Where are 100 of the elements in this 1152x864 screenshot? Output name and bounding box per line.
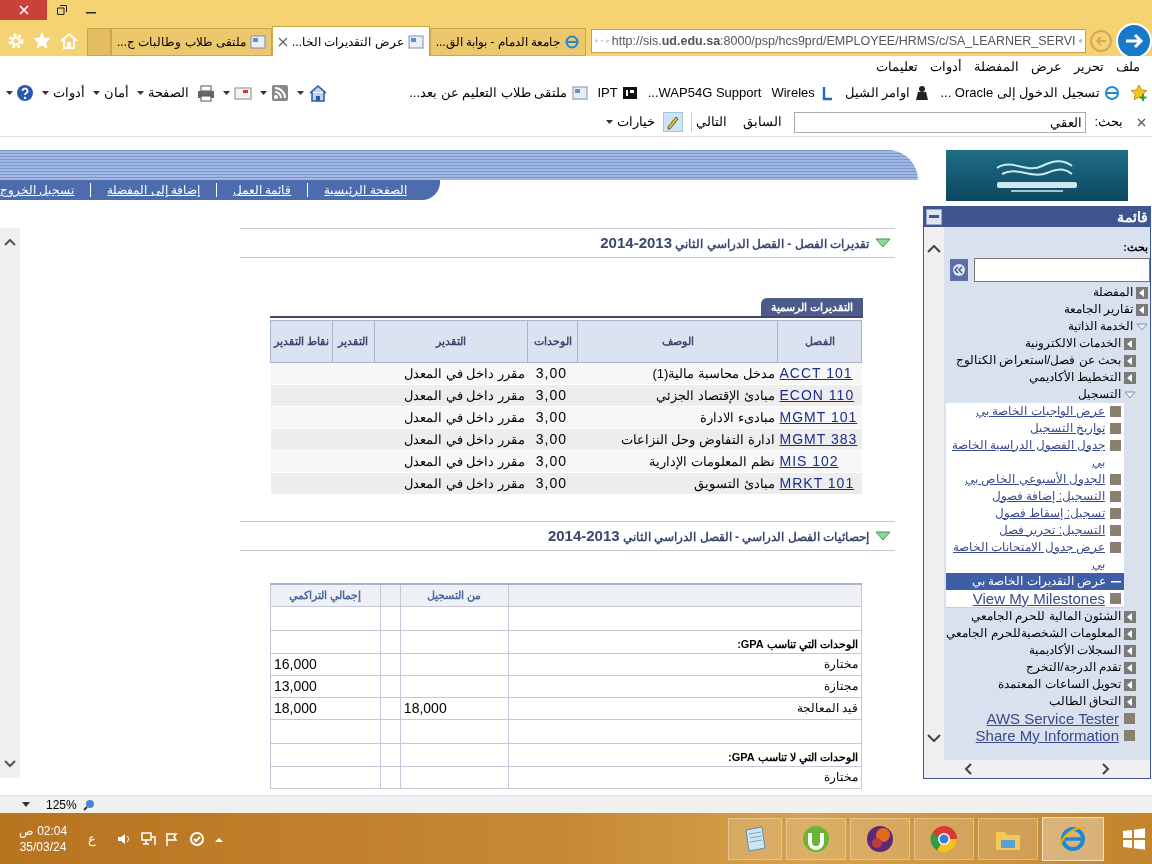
menu-item[interactable]: أدوات [924, 57, 968, 77]
course-link[interactable]: MGMT 101 [779, 409, 858, 425]
expanded-arrow-icon[interactable] [1124, 388, 1136, 401]
zoom-icon[interactable] [82, 798, 95, 811]
close-icon[interactable] [1137, 117, 1146, 127]
zoom-level[interactable]: 125% [46, 795, 77, 814]
favorite-icon [914, 85, 931, 101]
course-link[interactable]: MGMT 383 [779, 431, 858, 447]
help-button[interactable] [6, 84, 34, 102]
taskbar-button[interactable] [914, 817, 974, 860]
taskbar-button[interactable] [850, 817, 910, 860]
scroll-up-icon[interactable] [4, 238, 16, 246]
toolbar-button[interactable] [297, 84, 326, 102]
course-link[interactable]: MIS 102 [779, 453, 839, 469]
scrollbar[interactable] [924, 227, 944, 760]
menu-link[interactable]: تواريخ التسجيل [1029, 419, 1105, 437]
menu-folder[interactable]: الخدمة الذاتية [1067, 317, 1133, 335]
search-field[interactable] [974, 257, 1150, 282]
menu-link[interactable]: Share My Information [975, 726, 1119, 744]
nav-link[interactable]: الصفحة الرئيسية [324, 181, 407, 199]
menu-link[interactable]: عرض الواجبات الخاصة بي [976, 402, 1105, 420]
network-icon[interactable] [140, 830, 156, 847]
next-button[interactable]: التالي [691, 112, 732, 132]
close-icon[interactable] [278, 36, 288, 47]
menu-link[interactable]: عرض جدول الامتحانات الخاصة بي [946, 538, 1105, 573]
restore-icon [57, 5, 67, 15]
expand-icon[interactable] [875, 238, 891, 248]
nav-link[interactable]: إضافة إلى المفضلة [107, 181, 200, 199]
menu-item[interactable]: عرض [1025, 57, 1068, 77]
toolbar-menu[interactable]: أمان [93, 83, 129, 103]
menu-link[interactable]: تسجيل: إسقاط فصول [995, 504, 1105, 522]
favorite-link[interactable]: ملتقى طلاب التعليم عن بعد... [409, 83, 588, 103]
menu-folder[interactable]: تقدم الدرجة/التخرج [1026, 658, 1121, 676]
favorite-link[interactable]: IPT [597, 83, 638, 103]
menu-link[interactable]: الجدول الأسبوعي الخاص بي [965, 470, 1105, 488]
menu-item[interactable]: ملف [1110, 57, 1146, 77]
menu-folder[interactable]: بحث عن فصل/استعراض الكتالوج [955, 351, 1121, 369]
favorite-link[interactable]: اوامر الشيل [844, 83, 931, 103]
toolbar-menu[interactable]: أدوات [42, 83, 85, 103]
table-cell: 3,00 [535, 365, 568, 381]
menu-folder[interactable]: الشئون المالية للحرم الجامعي [971, 607, 1121, 625]
menu-folder[interactable]: التخطيط الأكاديمي [1028, 368, 1121, 386]
menu-link[interactable]: التسجيل: تحرير فصل [999, 521, 1105, 539]
scroll-down-icon[interactable] [4, 760, 16, 768]
menu-folder[interactable]: تحويل الساعات المعتمدة [998, 675, 1121, 693]
menu-item[interactable]: تحرير [1068, 57, 1110, 77]
course-link[interactable]: ACCT 101 [779, 365, 853, 381]
star-icon[interactable] [32, 31, 52, 51]
menu-item[interactable]: تعليمات [870, 57, 924, 77]
course-link[interactable]: MRKT 101 [779, 475, 855, 491]
previous-button[interactable]: السابق [739, 112, 787, 132]
column-header: الوصف [577, 320, 778, 363]
clock-date[interactable]: 35/03/24 [19, 838, 67, 855]
windows-logo-icon[interactable] [1122, 826, 1146, 851]
menu-folder[interactable]: المفضلة [1093, 283, 1133, 301]
flag-icon[interactable] [164, 830, 180, 847]
menu-link[interactable]: جدول الفصول الدراسية الخاصة بي [946, 436, 1105, 471]
options-button[interactable]: خيارات [606, 112, 656, 132]
nav-link[interactable]: قائمة العمل [233, 181, 292, 199]
expand-icon[interactable] [875, 531, 891, 541]
favorite-link[interactable]: تسجيل الدخول إلى Oracle ... [940, 83, 1120, 103]
expanded-arrow-icon[interactable] [1136, 320, 1148, 333]
menu-folder[interactable]: التسجيل [1078, 385, 1121, 403]
language-indicator[interactable]: ع [88, 828, 96, 849]
tab[interactable]: التقديرات الرسمية [760, 298, 863, 316]
highlight-icon[interactable] [663, 112, 684, 132]
menu-folder[interactable]: التحاق الطالب [1048, 692, 1121, 710]
menu-link[interactable]: View My Milestones [972, 589, 1105, 607]
clock-time[interactable]: 02:04 ص [18, 822, 68, 839]
menu-link[interactable]: التسجيل: إضافة فصول [992, 487, 1105, 505]
scroll-right-icon[interactable] [1102, 763, 1110, 775]
scrollbar[interactable] [924, 760, 1150, 778]
favorite-link[interactable]: WAP54G Support... [647, 83, 762, 103]
collapse-button[interactable] [926, 209, 942, 225]
browser-tab[interactable]: جامعة الدمام - بوابة الق... [429, 28, 587, 56]
browser-tab[interactable]: عرض التقديرات الخا... [272, 26, 430, 56]
scrollbar[interactable] [0, 228, 20, 778]
course-link[interactable]: ECON 110 [779, 387, 855, 403]
toolbar-button[interactable] [197, 84, 215, 102]
menu-folder[interactable]: الخدمات الالكترونية [1024, 334, 1121, 352]
menu-folder[interactable]: تقارير الجامعة [1063, 300, 1133, 318]
menu-folder[interactable]: المعلومات الشخصيةللحرم الجامعي [946, 624, 1121, 642]
browser-tab[interactable]: ملتقى طلاب وطالبات ج... [111, 28, 272, 56]
sync-icon[interactable] [188, 830, 206, 847]
menu-link[interactable]: AWS Service Tester [986, 709, 1119, 727]
double-arrow-icon [953, 263, 965, 276]
scroll-left-icon[interactable] [964, 763, 972, 775]
search-button[interactable] [950, 258, 968, 281]
nav-link[interactable]: تسجيل الخروج [0, 181, 75, 199]
scroll-down-icon[interactable] [927, 734, 941, 742]
menu-item[interactable]: المفضلة [968, 57, 1025, 77]
scroll-up-icon[interactable] [927, 245, 941, 253]
toolbar-menu[interactable]: الصفحة [137, 83, 189, 103]
add-favorite-icon[interactable] [1130, 84, 1148, 102]
menu-folder[interactable]: السجلات الأكاديمية [1028, 641, 1121, 659]
taskbar-button[interactable] [1042, 816, 1104, 861]
find-field[interactable]: العقي [794, 111, 1087, 133]
toolbar-button[interactable] [260, 84, 289, 102]
favorite-link[interactable]: Wireles [771, 83, 835, 103]
toolbar-button[interactable] [223, 84, 252, 102]
